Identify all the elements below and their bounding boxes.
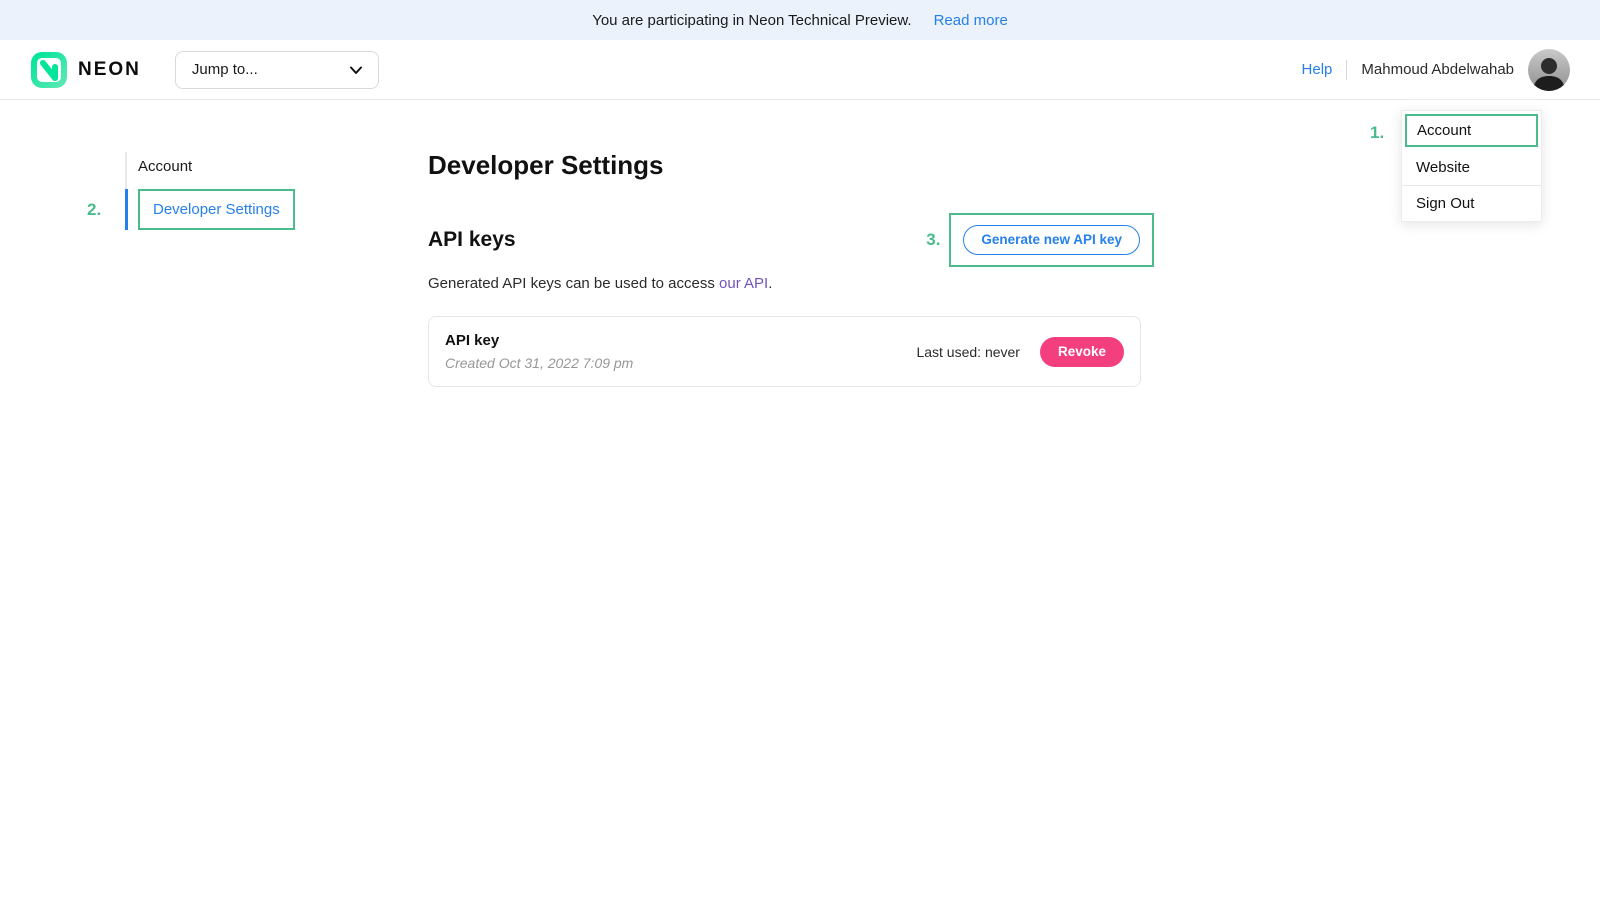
sidebar-item-account[interactable]: Account	[125, 148, 325, 189]
revoke-button[interactable]: Revoke	[1040, 337, 1124, 367]
page-title: Developer Settings	[428, 150, 1141, 181]
neon-logo-icon	[30, 51, 68, 89]
jump-to-label: Jump to...	[192, 61, 258, 78]
annotation-3: 3.	[926, 230, 940, 250]
main-content: Developer Settings API keys 3. Generate …	[428, 150, 1141, 387]
generate-button-group: 3. Generate new API key	[926, 213, 1154, 267]
api-key-card: API key Created Oct 31, 2022 7:09 pm Las…	[428, 316, 1141, 387]
read-more-link[interactable]: Read more	[934, 12, 1008, 29]
header-right: Help Mahmoud Abdelwahab	[1302, 49, 1570, 91]
banner-text: You are participating in Neon Technical …	[592, 12, 911, 29]
help-link[interactable]: Help	[1302, 61, 1333, 78]
api-key-info: API key Created Oct 31, 2022 7:09 pm	[445, 332, 633, 371]
description-period: .	[768, 275, 772, 292]
api-keys-section-header: API keys 3. Generate new API key	[428, 213, 1141, 267]
last-used-text: Last used: never	[916, 344, 1020, 360]
our-api-link[interactable]: our API	[719, 275, 768, 292]
section-heading: API keys	[428, 228, 516, 252]
user-name[interactable]: Mahmoud Abdelwahab	[1361, 61, 1514, 78]
generate-button-highlight: Generate new API key	[949, 213, 1154, 267]
jump-to-select[interactable]: Jump to...	[175, 51, 379, 89]
menu-item-website[interactable]: Website	[1402, 150, 1541, 185]
sidebar-item-account-label: Account	[138, 158, 192, 175]
api-key-created: Created Oct 31, 2022 7:09 pm	[445, 355, 633, 371]
api-key-actions: Last used: never Revoke	[916, 337, 1124, 367]
neon-logo[interactable]: NEON	[30, 51, 141, 89]
menu-item-website-label: Website	[1416, 159, 1470, 176]
sidebar-item-developer-settings[interactable]: 2. Developer Settings	[125, 189, 325, 230]
menu-item-sign-out[interactable]: Sign Out	[1402, 186, 1541, 221]
annotation-2: 2.	[87, 200, 101, 220]
menu-item-account[interactable]: Account	[1402, 111, 1541, 150]
api-key-name: API key	[445, 332, 633, 349]
avatar[interactable]	[1528, 49, 1570, 91]
person-icon	[1528, 51, 1570, 91]
generate-api-key-button[interactable]: Generate new API key	[963, 225, 1140, 255]
account-menu: 1. Account Website Sign Out	[1401, 110, 1542, 222]
tech-preview-banner: You are participating in Neon Technical …	[0, 0, 1600, 40]
app-header: NEON Jump to... Help Mahmoud Abdelwahab	[0, 40, 1600, 100]
menu-item-account-label: Account	[1405, 114, 1538, 147]
header-divider	[1346, 60, 1347, 80]
section-description: Generated API keys can be used to access…	[428, 275, 1141, 292]
menu-item-sign-out-label: Sign Out	[1416, 195, 1474, 212]
brand-wordmark: NEON	[78, 59, 141, 81]
sidebar-item-developer-settings-label: Developer Settings	[138, 189, 295, 230]
description-text: Generated API keys can be used to access	[428, 275, 719, 292]
annotation-1: 1.	[1370, 123, 1384, 143]
settings-nav: Account 2. Developer Settings	[125, 148, 325, 230]
chevron-down-icon	[348, 62, 364, 78]
